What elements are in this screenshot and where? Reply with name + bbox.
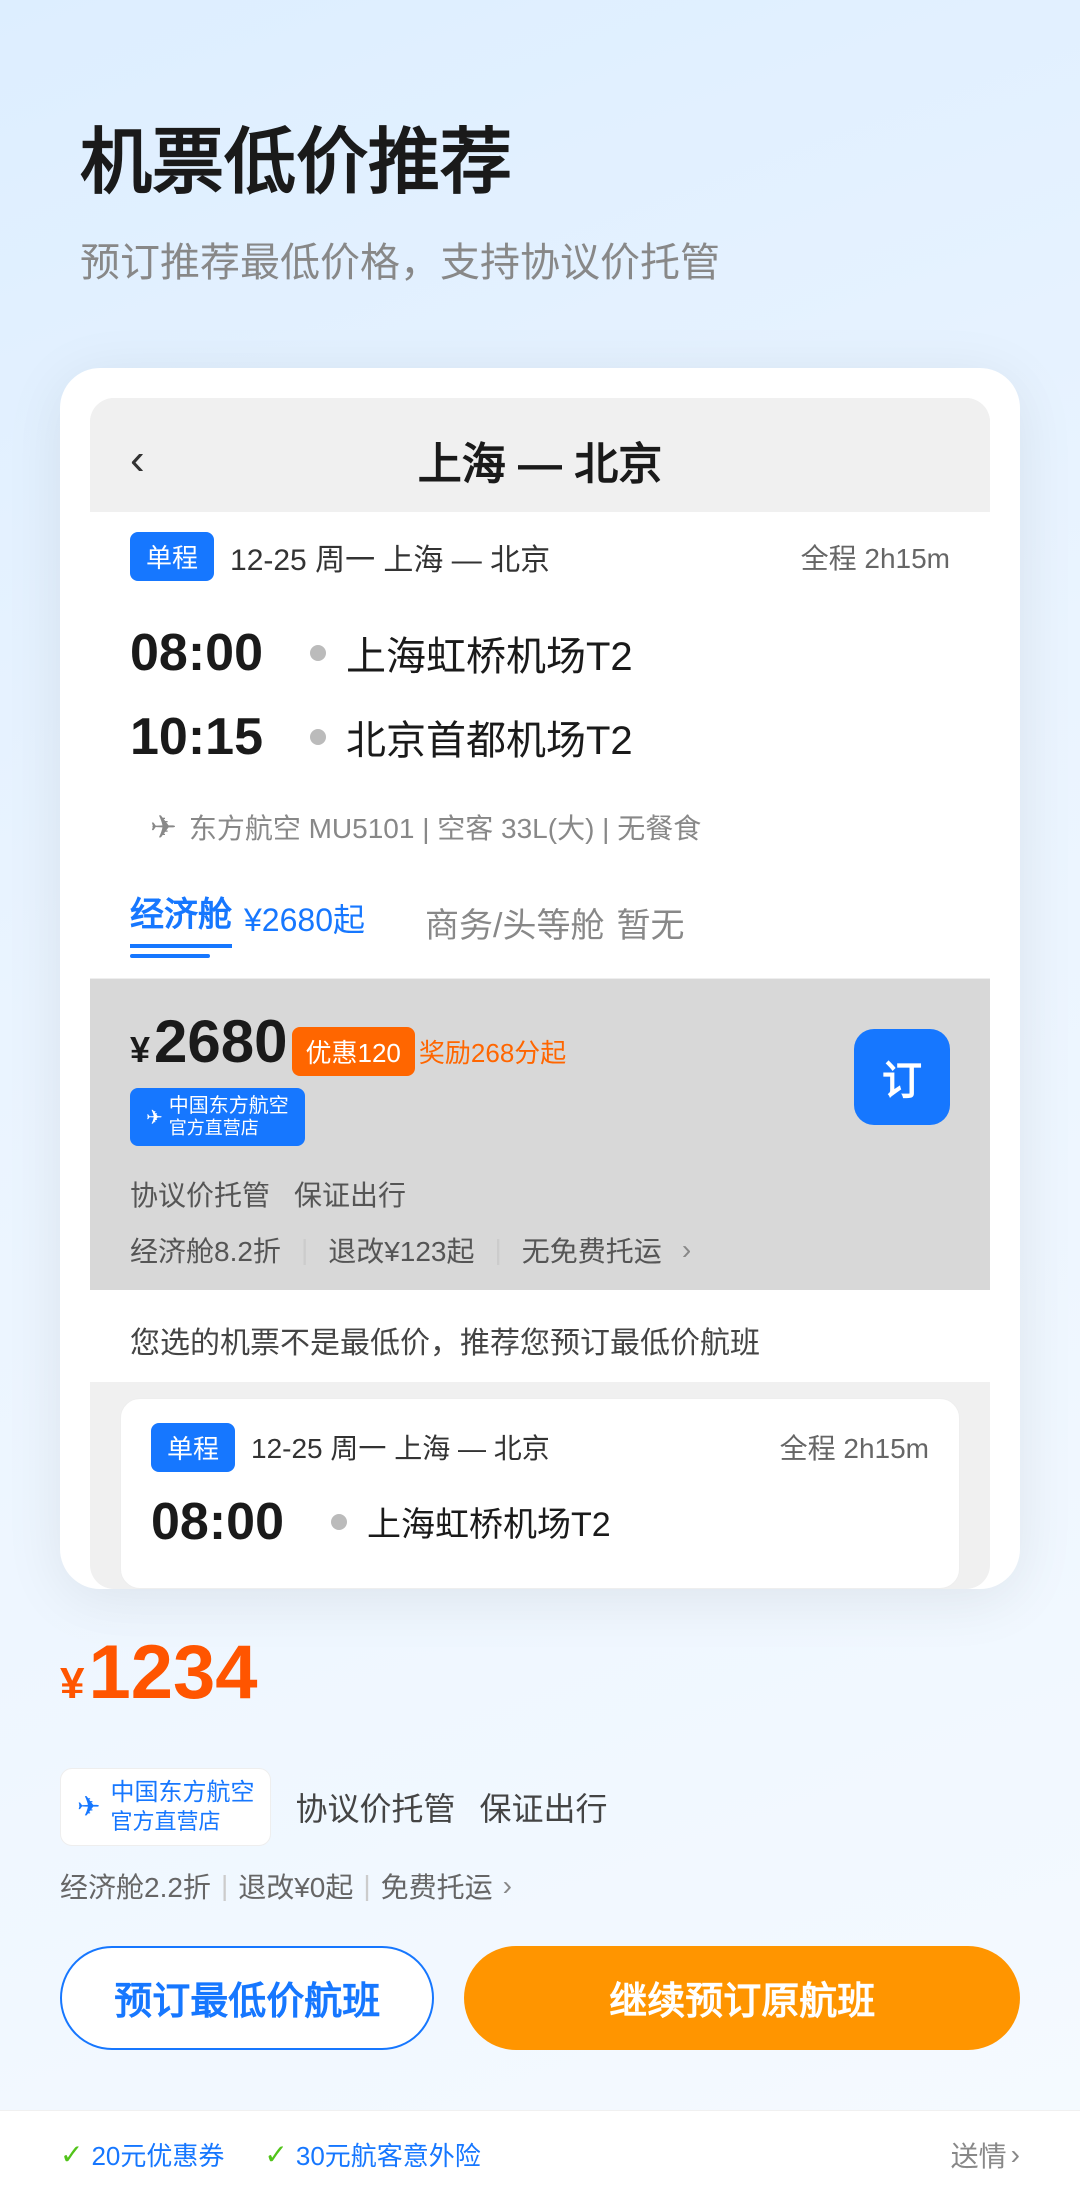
discount-badge: 优惠120 xyxy=(292,1027,415,1076)
airline-badge-name: 中国东方航空 xyxy=(169,1094,289,1118)
book-low-price-button[interactable]: 预订最低价航班 xyxy=(60,1946,434,2050)
price-left: ¥ 2680 优惠120 奖励268分起 ✈ 中国东方航空 官方直营店 xyxy=(130,1007,566,1146)
airline-logo-badge: ✈ 中国东方航空 官方直营店 xyxy=(130,1088,305,1146)
lower-airport: 上海虹桥机场T2 xyxy=(367,1497,611,1546)
lower-time-row: 08:00 上海虹桥机场T2 xyxy=(151,1480,929,1564)
price-sub-row: 协议价托管 保证出行 xyxy=(90,1174,990,1230)
arrival-airport: 北京首都机场T2 xyxy=(346,708,633,766)
arrival-row: 10:15 北京首都机场T2 xyxy=(130,695,950,779)
lower-flight-card[interactable]: 单程 12-25 周一 上海 — 北京 全程 2h15m 08:00 上海虹桥机… xyxy=(120,1398,960,1589)
info-tag1: 协议价托管 xyxy=(295,1784,455,1830)
arrival-time: 10:15 xyxy=(130,707,290,767)
airline-logo-icon: ✈ xyxy=(77,1790,100,1823)
price-section: ¥ 2680 优惠120 奖励268分起 ✈ 中国东方航空 官方直营店 订 xyxy=(90,979,990,1174)
airline-logo-sub: 官方直营店 xyxy=(110,1808,254,1837)
book-button[interactable]: 订 xyxy=(854,1029,950,1125)
departure-dot xyxy=(310,645,326,661)
flight-meta-text: 12-25 周一 上海 — 北京 xyxy=(230,535,550,579)
business-status: 暂无 xyxy=(616,898,684,947)
route-title: 上海 — 北京 xyxy=(418,428,662,492)
business-label: 商务/头等舱 xyxy=(425,898,604,947)
price-sub2: 保证出行 xyxy=(294,1174,406,1214)
flight-info-row: 单程 12-25 周一 上海 — 北京 全程 2h15m xyxy=(90,512,990,601)
chevron-right-icon: › xyxy=(1011,2139,1020,2171)
price-yen-symbol: ¥ xyxy=(130,1029,150,1071)
footer-more[interactable]: 送情 › xyxy=(951,2135,1020,2175)
bottom-detail2: 退改¥0起 xyxy=(238,1866,353,1906)
times-section: 08:00 上海虹桥机场T2 10:15 北京首都机场T2 xyxy=(90,601,990,799)
footer-more-text: 送情 xyxy=(951,2135,1007,2175)
main-card-wrapper: ‹ 上海 — 北京 单程 12-25 周一 上海 — 北京 全程 2h15m 0… xyxy=(60,368,1020,1589)
economy-price: ¥2680起 xyxy=(244,895,365,941)
rec-notice-text: 您选的机票不是最低价，推荐您预订最低价航班 xyxy=(130,1327,760,1360)
page-title: 机票低价推荐 xyxy=(80,120,1000,206)
footer-coupon-text: 20元优惠券 xyxy=(91,2136,224,2173)
footer-insurance-text: 30元航客意外险 xyxy=(296,2136,481,2173)
reward-text: 奖励268分起 xyxy=(419,1033,566,1070)
price-detail-row: 经济舱8.2折 | 退改¥123起 | 无免费托运 › xyxy=(90,1230,990,1290)
duration-text: 全程 2h15m xyxy=(801,537,950,577)
lower-flight-row1: 单程 12-25 周一 上海 — 北京 全程 2h15m xyxy=(151,1423,929,1472)
flight-card-header: ‹ 上海 — 北京 xyxy=(90,398,990,512)
detail-tags: 经济舱2.2折 | 退改¥0起 | 免费托运 › xyxy=(60,1866,1020,1906)
airline-info-text: 东方航空 MU5101 | 空客 33L(大) | 无餐食 xyxy=(189,807,701,847)
bottom-section: ¥ 1234 ✈ 中国东方航空 官方直营店 协议价托管 保证出行 经济舱2.2折… xyxy=(0,1589,1080,2110)
price-sub1: 协议价托管 xyxy=(130,1174,270,1214)
footer-bar: ✓ 20元优惠券 ✓ 30元航客意外险 送情 › xyxy=(0,2110,1080,2199)
departure-airport: 上海虹桥机场T2 xyxy=(346,624,633,682)
lower-time: 08:00 xyxy=(151,1492,311,1552)
lower-meta: 12-25 周一 上海 — 北京 xyxy=(251,1427,550,1467)
price-detail1: 经济舱8.2折 xyxy=(130,1230,281,1270)
action-buttons: 预订最低价航班 继续预订原航班 xyxy=(60,1946,1020,2050)
bottom-price-row: ¥ 1234 xyxy=(60,1629,1020,1740)
bottom-detail3: 免费托运 xyxy=(381,1866,493,1906)
footer-insurance-item: ✓ 30元航客意外险 xyxy=(264,2136,480,2173)
airline-logo-name: 中国东方航空 xyxy=(110,1777,254,1808)
bottom-price-yen: ¥ xyxy=(60,1659,84,1709)
header-section: 机票低价推荐 预订推荐最低价格，支持协议价托管 xyxy=(0,0,1080,328)
airline-icon: ✈ xyxy=(150,808,177,846)
page-subtitle: 预订推荐最低价格，支持协议价托管 xyxy=(80,230,1000,288)
business-tab[interactable]: 商务/头等舱 暂无 xyxy=(425,898,684,947)
flight-card-inner: ‹ 上海 — 北京 单程 12-25 周一 上海 — 北京 全程 2h15m 0… xyxy=(90,398,990,1589)
airline-logo-box: ✈ 中国东方航空 官方直营店 xyxy=(60,1768,271,1846)
footer-coupon-item: ✓ 20元优惠券 xyxy=(60,2136,224,2173)
check-icon-insurance: ✓ xyxy=(264,2138,287,2171)
lower-duration: 全程 2h15m xyxy=(780,1427,929,1467)
rec-notice: 您选的机票不是最低价，推荐您预订最低价航班 xyxy=(90,1290,990,1382)
airline-info-row: ✈ 中国东方航空 官方直营店 协议价托管 保证出行 xyxy=(60,1768,1020,1846)
economy-label: 经济舱 xyxy=(130,887,232,948)
bottom-price-value: 1234 xyxy=(88,1629,257,1716)
airline-row: ✈ 东方航空 MU5101 | 空客 33L(大) | 无餐食 xyxy=(90,799,990,867)
cabin-tabs: 经济舱 ¥2680起 商务/头等舱 暂无 xyxy=(90,867,990,979)
lower-badge-row: 单程 12-25 周一 上海 — 北京 xyxy=(151,1423,550,1472)
check-icon-coupon: ✓ xyxy=(60,2138,83,2171)
lower-badge: 单程 xyxy=(151,1423,235,1472)
price-main-value: 2680 xyxy=(154,1007,287,1076)
airline-badge-sub: 官方直营店 xyxy=(169,1118,289,1140)
economy-tab[interactable]: 经济舱 ¥2680起 xyxy=(130,887,365,958)
book-original-button[interactable]: 继续预订原航班 xyxy=(464,1946,1020,2050)
price-detail2: 退改¥123起 xyxy=(328,1230,474,1270)
one-way-badge: 单程 xyxy=(130,532,214,581)
badge-row: 单程 12-25 周一 上海 — 北京 xyxy=(130,532,550,581)
departure-row: 08:00 上海虹桥机场T2 xyxy=(130,611,950,695)
info-tag2: 保证出行 xyxy=(479,1784,607,1830)
price-detail3: 无免费托运 xyxy=(522,1230,662,1270)
departure-time: 08:00 xyxy=(130,623,290,683)
lower-dot xyxy=(331,1514,347,1530)
bottom-detail1: 经济舱2.2折 xyxy=(60,1866,211,1906)
back-button[interactable]: ‹ xyxy=(130,435,145,485)
arrival-dot xyxy=(310,729,326,745)
